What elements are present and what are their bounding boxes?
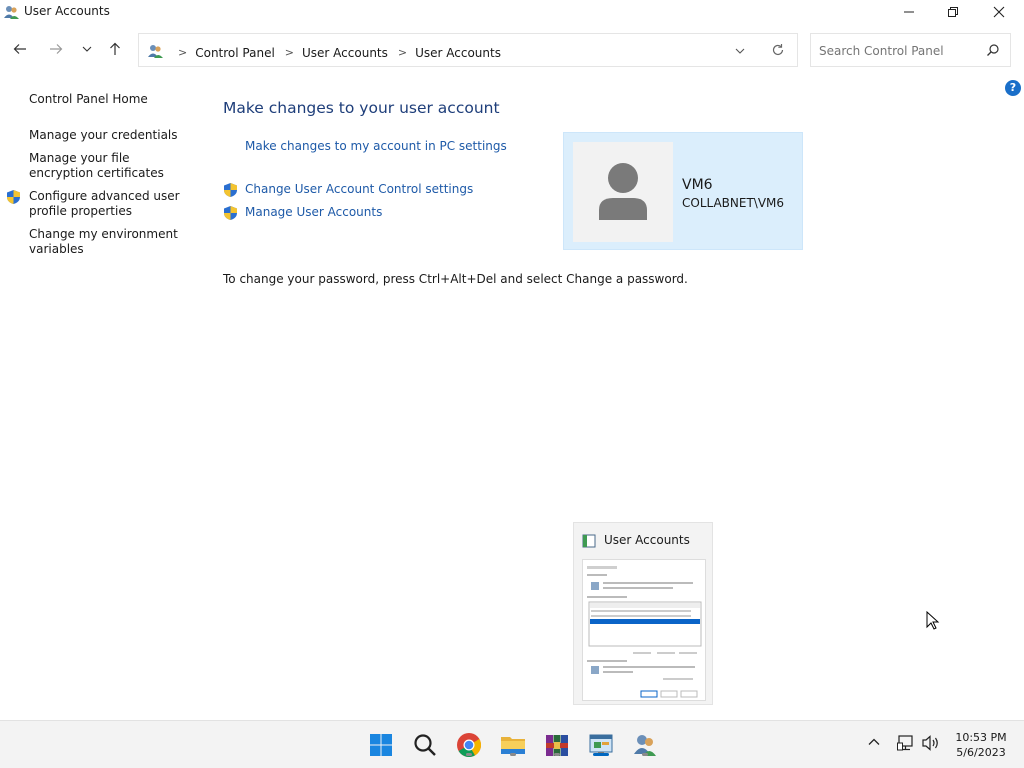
- minimize-button[interactable]: [886, 0, 932, 24]
- running-indicator: [554, 753, 560, 756]
- chevron-right-icon: >: [284, 46, 295, 59]
- clock-date: 5/6/2023: [956, 746, 1006, 759]
- sidebar-item-control-panel-home[interactable]: Control Panel Home: [29, 92, 194, 107]
- link-pc-settings[interactable]: Make changes to my account in PC setting…: [245, 139, 507, 153]
- taskbar-search-button[interactable]: [410, 730, 440, 760]
- active-indicator: [593, 753, 609, 756]
- window-title: User Accounts: [24, 4, 110, 18]
- system-clock[interactable]: 10:53 PM 5/6/2023: [946, 730, 1016, 760]
- taskbar-winrar[interactable]: [542, 730, 572, 760]
- breadcrumb: > Control Panel > User Accounts > User A…: [147, 43, 501, 62]
- running-indicator: [466, 753, 472, 756]
- network-icon: [897, 735, 913, 751]
- up-button[interactable]: [104, 38, 126, 60]
- running-indicator: [510, 753, 516, 756]
- restore-icon: [948, 7, 958, 17]
- forward-button[interactable]: [45, 38, 67, 60]
- link-uac-settings[interactable]: Change User Account Control settings: [245, 182, 473, 196]
- user-accounts-icon: [3, 4, 20, 23]
- minimize-icon: [904, 11, 914, 13]
- taskbar-file-explorer[interactable]: [498, 730, 528, 760]
- show-hidden-icons-button[interactable]: [867, 735, 881, 752]
- chevron-up-icon: [868, 738, 880, 745]
- close-button[interactable]: [976, 0, 1022, 24]
- user-silhouette-icon: [599, 163, 647, 220]
- uac-shield-icon: [223, 182, 238, 201]
- mouse-cursor-icon: [926, 610, 940, 634]
- breadcrumb-user-accounts[interactable]: User Accounts: [302, 46, 388, 60]
- chevron-right-icon: >: [397, 46, 408, 59]
- navigation-bar: > Control Panel > User Accounts > User A…: [0, 30, 1024, 70]
- chevron-down-icon: [735, 48, 745, 54]
- windows-start-icon: [370, 734, 392, 756]
- taskbar-chrome[interactable]: [454, 730, 484, 760]
- chevron-right-icon: >: [178, 46, 188, 59]
- close-icon: [993, 6, 1005, 18]
- taskbar-control-panel[interactable]: [586, 730, 616, 760]
- clock-time: 10:53 PM: [955, 731, 1007, 744]
- chevron-down-icon: [82, 46, 92, 52]
- search-icon: [414, 734, 436, 756]
- forward-arrow-icon: [50, 44, 63, 54]
- breadcrumb-control-panel[interactable]: Control Panel: [195, 46, 275, 60]
- sidebar-item-manage-credentials[interactable]: Manage your credentials: [29, 128, 194, 143]
- taskbar-user-accounts[interactable]: [630, 730, 660, 760]
- volume-icon: [922, 735, 938, 751]
- sidebar-item-advanced-user-profile[interactable]: Configure advanced user profile properti…: [29, 189, 194, 219]
- link-manage-user-accounts[interactable]: Manage User Accounts: [245, 205, 382, 219]
- uac-shield-icon: [6, 189, 21, 208]
- taskbar-thumbnail-preview[interactable]: User Accounts: [573, 522, 713, 705]
- refresh-button[interactable]: [771, 43, 785, 60]
- start-button[interactable]: [366, 730, 396, 760]
- back-button[interactable]: [9, 38, 31, 60]
- account-card: VM6 COLLABNET\VM6: [563, 132, 803, 250]
- taskbar: 10:53 PM 5/6/2023: [0, 720, 1024, 768]
- uac-shield-icon: [223, 205, 238, 224]
- address-dropdown-button[interactable]: [735, 44, 745, 58]
- search-icon[interactable]: [986, 43, 1000, 60]
- network-button[interactable]: [897, 734, 915, 755]
- maximize-button[interactable]: [930, 0, 976, 24]
- control-panel-icon: [147, 43, 164, 62]
- volume-button[interactable]: [921, 734, 941, 755]
- password-instructions: To change your password, press Ctrl+Alt+…: [223, 272, 688, 286]
- thumbnail-title: User Accounts: [604, 533, 690, 547]
- up-arrow-icon: [110, 42, 120, 55]
- account-name: VM6: [682, 177, 713, 193]
- search-box[interactable]: [810, 33, 1011, 67]
- page-title: Make changes to your user account: [223, 99, 500, 117]
- account-domain: COLLABNET\VM6: [682, 196, 785, 210]
- breadcrumb-user-accounts-current[interactable]: User Accounts: [415, 46, 501, 60]
- refresh-icon: [772, 44, 784, 56]
- recent-locations-button[interactable]: [76, 38, 98, 60]
- thumbnail-image: [582, 559, 706, 701]
- running-indicator: [642, 753, 648, 756]
- control-panel-window-icon: [582, 534, 596, 551]
- avatar: [573, 142, 673, 242]
- sidebar-item-file-encryption-certificates[interactable]: Manage your file encryption certificates: [29, 151, 194, 181]
- title-bar: User Accounts: [0, 0, 1024, 24]
- sidebar-item-environment-variables[interactable]: Change my environment variables: [29, 227, 194, 257]
- address-bar[interactable]: > Control Panel > User Accounts > User A…: [138, 33, 798, 67]
- help-button[interactable]: ?: [1005, 80, 1021, 96]
- search-input[interactable]: [819, 42, 979, 60]
- back-arrow-icon: [13, 44, 26, 54]
